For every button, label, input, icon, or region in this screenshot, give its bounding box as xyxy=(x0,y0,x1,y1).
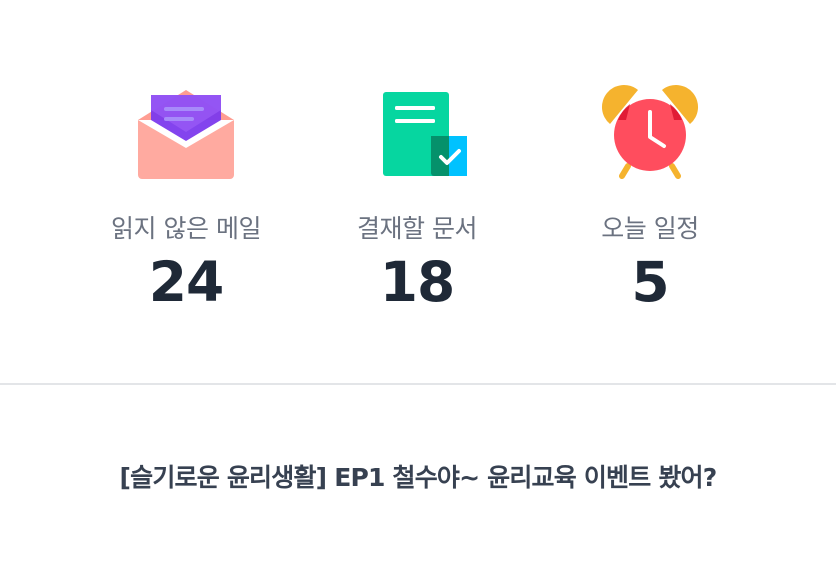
stat-value: 5 xyxy=(631,250,669,314)
stat-label: 결재할 문서 xyxy=(357,214,477,243)
stat-label: 읽지 않은 메일 xyxy=(111,214,261,243)
document-check-icon xyxy=(383,92,467,176)
stat-value: 24 xyxy=(148,250,225,314)
event-banner-link[interactable]: [슬기로운 윤리생활] EP1 철수야~ 윤리교육 이벤트 봤어? xyxy=(0,458,836,498)
stat-schedule[interactable]: 오늘 일정 5 xyxy=(540,80,760,312)
stat-value: 18 xyxy=(379,250,456,314)
envelope-icon xyxy=(138,90,234,179)
stat-approvals[interactable]: 결재할 문서 18 xyxy=(307,80,527,312)
stat-unread-mail[interactable]: 읽지 않은 메일 24 xyxy=(76,80,296,312)
stat-label: 오늘 일정 xyxy=(601,214,699,243)
divider xyxy=(0,383,836,385)
alarm-clock-icon xyxy=(601,84,699,179)
dashboard-summary: 읽지 않은 메일 24 결재할 문서 18 오늘 일정 5 [슬기로운 윤리생활… xyxy=(0,0,836,580)
